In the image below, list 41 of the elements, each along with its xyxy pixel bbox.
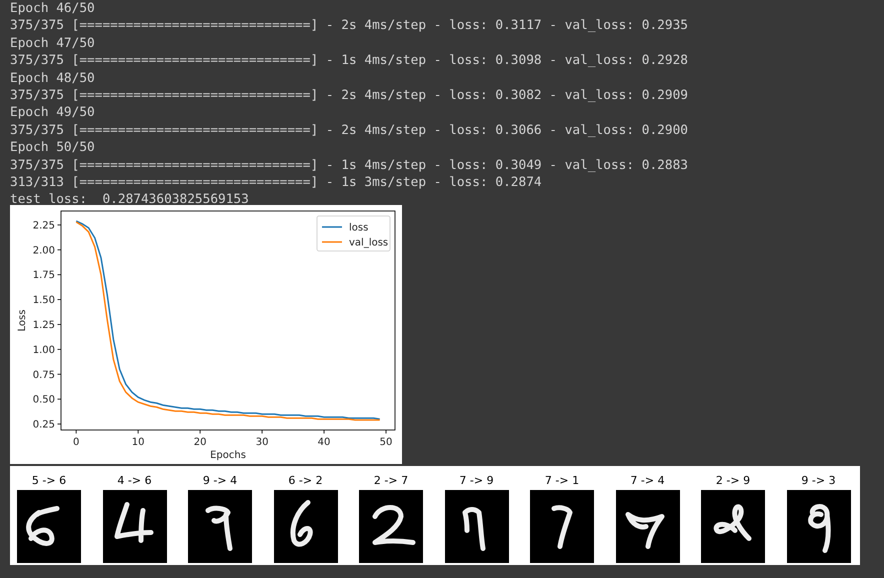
x-axis-label: Epochs xyxy=(210,450,246,461)
x-tick-label: 50 xyxy=(380,436,392,448)
console-line: Epoch 47/50 xyxy=(10,34,96,52)
prediction-label: 4 -> 6 xyxy=(117,474,152,489)
y-tick-label: 1.75 xyxy=(32,270,55,281)
y-axis-label: Loss xyxy=(17,309,28,332)
x-tick-label: 0 xyxy=(73,436,80,448)
legend-label: val_loss xyxy=(349,237,388,248)
prediction-label: 5 -> 6 xyxy=(32,474,66,489)
console-line: 375/375 [==============================] - 2s 4ms/step - loss: 0.3066 - val_loss: 0.2900 xyxy=(10,122,689,140)
y-tick-label: 0.50 xyxy=(32,394,55,406)
prediction-label: 9 -> 3 xyxy=(801,474,836,489)
x-tick-label: 10 xyxy=(132,436,145,448)
console-line: Epoch 46/50 xyxy=(10,0,96,18)
y-tick-label: 1.50 xyxy=(32,294,55,306)
prediction-label: 6 -> 2 xyxy=(288,474,323,489)
y-tick-label: 0.25 xyxy=(32,419,55,430)
console-line: Epoch 50/50 xyxy=(10,139,96,157)
console-line: 375/375 [==============================] - 2s 4ms/step - loss: 0.3117 - val_loss: 0.2935 xyxy=(10,17,689,35)
console-line: Epoch 48/50 xyxy=(10,70,96,87)
y-tick-label: 2.25 xyxy=(32,220,55,232)
console-line: 375/375 [==============================] - 2s 4ms/step - loss: 0.3082 - val_loss: 0.2909 xyxy=(10,86,689,104)
prediction-label: 7 -> 4 xyxy=(630,474,665,489)
y-tick-label: 2.00 xyxy=(32,245,55,256)
console-line: test loss: 0.28743603825569153 xyxy=(10,191,250,209)
prediction-label: 7 -> 9 xyxy=(459,474,494,489)
y-tick-label: 0.75 xyxy=(32,369,55,380)
console-line: Epoch 49/50 xyxy=(10,104,96,122)
y-tick-label: 1.25 xyxy=(32,320,55,331)
y-tick-label: 1.00 xyxy=(32,344,55,356)
prediction-label: 7 -> 1 xyxy=(544,474,580,489)
console-line: 313/313 [==============================] - 1s 3ms/step - loss: 0.2874 xyxy=(10,174,543,192)
console-line: 375/375 [==============================] - 1s 4ms/step - loss: 0.3098 - val_loss: 0.2928 xyxy=(10,52,689,70)
x-tick-label: 30 xyxy=(256,436,268,448)
x-tick-label: 40 xyxy=(318,436,330,448)
console-line: 375/375 [==============================] - 1s 4ms/step - loss: 0.3049 - val_loss: 0.2883 xyxy=(10,156,689,174)
prediction-label: 2 -> 9 xyxy=(716,474,750,489)
prediction-label: 9 -> 4 xyxy=(202,474,238,489)
legend-label: loss xyxy=(349,222,368,234)
x-tick-label: 20 xyxy=(194,436,206,448)
prediction-label: 2 -> 7 xyxy=(374,474,408,489)
